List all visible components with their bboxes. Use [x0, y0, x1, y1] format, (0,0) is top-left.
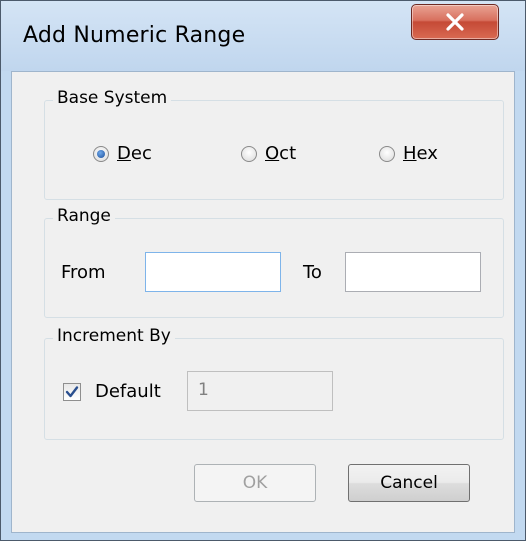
from-label: From: [61, 262, 106, 283]
default-label: Default: [95, 381, 161, 402]
radio-hex[interactable]: Hex: [379, 143, 438, 164]
dialog-title: Add Numeric Range: [23, 23, 246, 48]
radio-dec-circle: [93, 145, 109, 162]
cancel-button[interactable]: Cancel: [348, 464, 470, 502]
increment-label: Increment By: [53, 326, 175, 346]
radio-selected-dot: [97, 149, 105, 158]
radio-dec-label: Dec: [117, 143, 152, 164]
increment-group: Increment By Default 1: [44, 326, 504, 440]
ok-button[interactable]: OK: [194, 464, 316, 502]
title-bar[interactable]: Add Numeric Range: [1, 1, 525, 71]
to-input[interactable]: [345, 252, 481, 292]
range-label: Range: [53, 206, 115, 226]
from-input[interactable]: [145, 252, 281, 292]
radio-dec[interactable]: Dec: [93, 143, 152, 164]
base-system-label: Base System: [53, 88, 172, 108]
radio-hex-circle: [379, 145, 395, 162]
close-button[interactable]: [411, 4, 499, 40]
dialog-window: Add Numeric Range Base System Dec Oct He…: [0, 0, 526, 541]
default-checkbox[interactable]: [63, 383, 81, 401]
close-icon: [446, 13, 464, 31]
radio-oct[interactable]: Oct: [241, 143, 296, 164]
base-system-group: Base System Dec Oct Hex: [44, 88, 504, 200]
checkmark-icon: [65, 386, 79, 398]
dialog-content: Base System Dec Oct Hex Range From To In…: [11, 71, 515, 533]
radio-hex-label: Hex: [403, 143, 438, 164]
range-group: Range From To: [44, 206, 504, 318]
radio-oct-label: Oct: [265, 143, 297, 164]
increment-input: 1: [187, 371, 333, 411]
radio-oct-circle: [241, 145, 257, 162]
to-label: To: [303, 262, 322, 283]
